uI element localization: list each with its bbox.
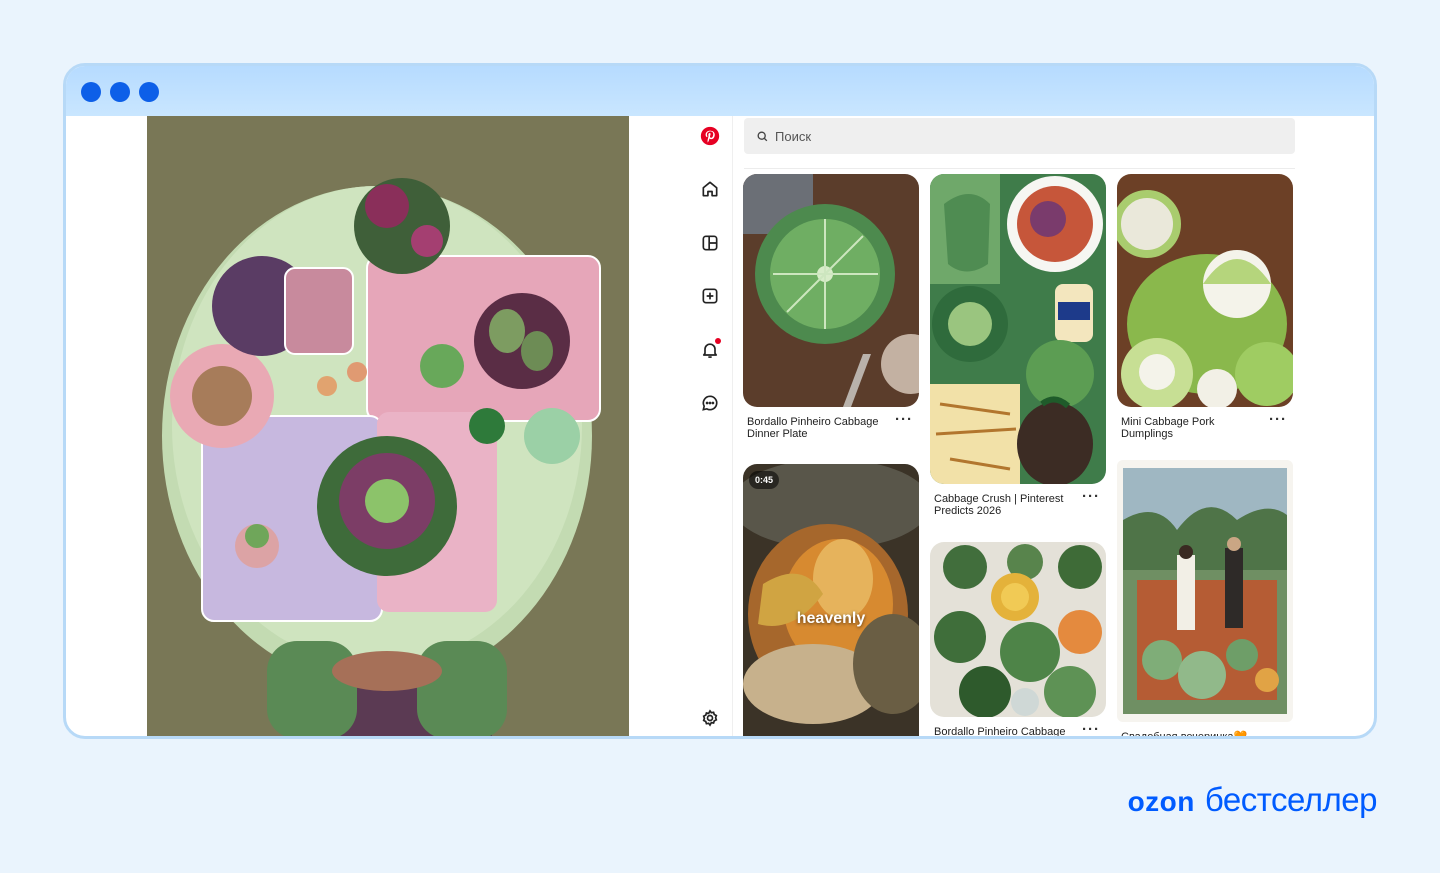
brand-logo: ozon bbox=[1127, 786, 1195, 817]
brand-word: бестселлер bbox=[1204, 781, 1378, 818]
sidebar-nav bbox=[686, 116, 734, 736]
pin-title: Свадебная вечеринка🧡 bbox=[1121, 731, 1248, 739]
search-icon bbox=[757, 130, 768, 141]
boards-icon[interactable] bbox=[694, 227, 726, 259]
window-titlebar bbox=[66, 66, 1374, 116]
more-options-icon[interactable]: ··· bbox=[1269, 412, 1287, 427]
pin-title: Bordallo Pinheiro Cabbage Dinner Plate bbox=[747, 416, 879, 440]
app-content: Bordallo Pinheiro Cabbage Dinner Plate ·… bbox=[66, 116, 1374, 736]
settings-icon[interactable] bbox=[694, 702, 726, 734]
pin-title: Cabbage Crush | Pinterest Predicts 2026 bbox=[934, 493, 1064, 517]
pin-image[interactable] bbox=[930, 542, 1106, 717]
pin-image[interactable] bbox=[930, 174, 1106, 484]
pinterest-logo-icon[interactable] bbox=[694, 120, 726, 152]
sidebar-divider bbox=[732, 116, 733, 736]
hero-photo bbox=[147, 116, 629, 736]
notifications-icon[interactable] bbox=[694, 334, 726, 366]
browser-window: Bordallo Pinheiro Cabbage Dinner Plate ·… bbox=[63, 63, 1377, 739]
pin-title: Mini Cabbage Pork Dumplings bbox=[1121, 416, 1215, 440]
pin-image[interactable] bbox=[1117, 460, 1293, 722]
pin-card[interactable]: Mini Cabbage Pork Dumplings ··· bbox=[1117, 174, 1293, 440]
home-icon[interactable] bbox=[694, 173, 726, 205]
pin-card[interactable]: Cabbage Crush | Pinterest Predicts 2026 … bbox=[930, 174, 1106, 517]
more-options-icon[interactable]: ··· bbox=[1082, 489, 1100, 504]
pin-image[interactable] bbox=[1117, 174, 1293, 407]
header-divider bbox=[744, 168, 1295, 169]
window-dot bbox=[110, 82, 130, 102]
pin-card[interactable]: 0:45 heavenly bbox=[743, 464, 919, 736]
notification-badge bbox=[715, 338, 721, 344]
video-caption: heavenly bbox=[796, 610, 866, 627]
pin-title: Bordallo Pinheiro Cabbage bbox=[934, 726, 1066, 738]
window-dot bbox=[139, 82, 159, 102]
window-dot bbox=[81, 82, 101, 102]
ozon-bestseller-logo: ozon бестселлер bbox=[1127, 781, 1378, 819]
pin-image[interactable] bbox=[743, 174, 919, 407]
pin-card[interactable]: Bordallo Pinheiro Cabbage ··· bbox=[930, 542, 1106, 738]
messages-icon[interactable] bbox=[694, 387, 726, 419]
create-icon[interactable] bbox=[694, 280, 726, 312]
more-options-icon[interactable]: ··· bbox=[895, 412, 913, 427]
more-options-icon[interactable]: ··· bbox=[1082, 722, 1100, 736]
search-input[interactable] bbox=[775, 128, 1255, 144]
pin-card[interactable]: Bordallo Pinheiro Cabbage Dinner Plate ·… bbox=[743, 174, 919, 440]
search-bar[interactable] bbox=[744, 118, 1295, 154]
pin-card[interactable]: Свадебная вечеринка🧡 bbox=[1117, 460, 1293, 739]
pin-image[interactable]: 0:45 heavenly bbox=[743, 464, 919, 736]
video-duration: 0:45 bbox=[749, 471, 780, 489]
